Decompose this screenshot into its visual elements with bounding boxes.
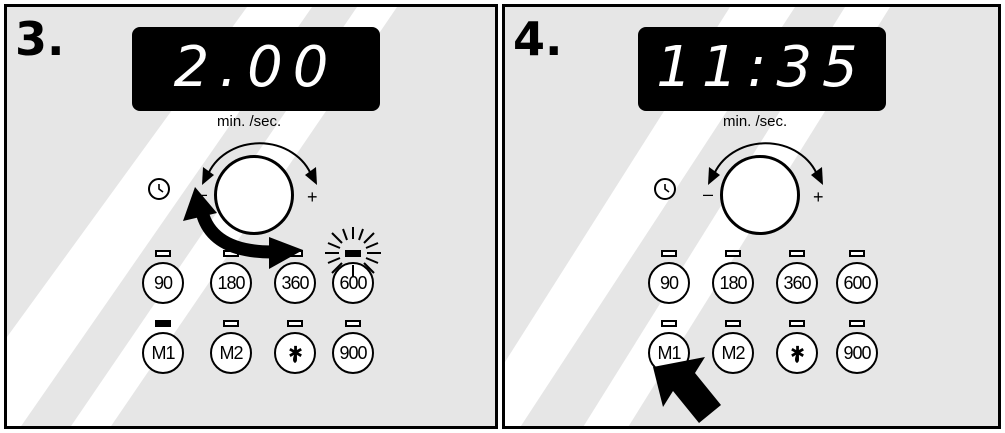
plus-label: + xyxy=(307,187,318,207)
clock-icon[interactable] xyxy=(148,178,170,200)
display-digits: 11:35 xyxy=(656,35,868,100)
defrost-button[interactable]: ✱ xyxy=(274,332,316,374)
rotary-knob[interactable] xyxy=(214,155,294,235)
led-900 xyxy=(345,320,361,327)
led-180 xyxy=(725,250,741,257)
memory-m1-button[interactable]: M1 xyxy=(142,332,184,374)
unit-label: min. /sec. xyxy=(723,113,788,130)
power-900-button[interactable]: 900 xyxy=(332,332,374,374)
led-m1 xyxy=(661,320,677,327)
time-display: 11:35 xyxy=(638,27,886,111)
defrost-button[interactable]: ✱ xyxy=(776,332,818,374)
step-number: 4. xyxy=(513,12,563,66)
power-360-button[interactable]: 360 xyxy=(274,262,316,304)
clock-icon[interactable] xyxy=(654,178,676,200)
power-90-button[interactable]: 90 xyxy=(142,262,184,304)
power-180-button[interactable]: 180 xyxy=(712,262,754,304)
step-4-panel: 4. 11:35 min. /sec. – + 90 180 360 600 M… xyxy=(502,4,1001,429)
time-display: 2.00 xyxy=(132,27,380,111)
step-number: 3. xyxy=(15,12,65,66)
memory-m2-button[interactable]: M2 xyxy=(210,332,252,374)
led-90 xyxy=(661,250,677,257)
display-digits: 2.00 xyxy=(173,35,339,100)
led-180 xyxy=(223,250,239,257)
rotary-knob[interactable] xyxy=(720,155,800,235)
power-90-button[interactable]: 90 xyxy=(648,262,690,304)
led-m2 xyxy=(725,320,741,327)
power-900-button[interactable]: 900 xyxy=(836,332,878,374)
power-600-button[interactable]: 600 xyxy=(332,262,374,304)
led-defrost xyxy=(789,320,805,327)
led-defrost xyxy=(287,320,303,327)
led-360 xyxy=(789,250,805,257)
memory-m1-button[interactable]: M1 xyxy=(648,332,690,374)
minus-label: – xyxy=(703,184,714,204)
led-900 xyxy=(849,320,865,327)
led-600-flashing xyxy=(345,250,361,257)
led-90 xyxy=(155,250,171,257)
power-600-button[interactable]: 600 xyxy=(836,262,878,304)
unit-label: min. /sec. xyxy=(217,113,282,130)
power-180-button[interactable]: 180 xyxy=(210,262,252,304)
minus-label: – xyxy=(197,184,208,204)
step-3-panel: 3. 2.00 min. /sec. – + 90 180 360 600 M1… xyxy=(4,4,498,429)
led-360 xyxy=(287,250,303,257)
led-m1-on xyxy=(155,320,171,327)
plus-label: + xyxy=(813,187,824,207)
power-360-button[interactable]: 360 xyxy=(776,262,818,304)
led-m2 xyxy=(223,320,239,327)
memory-m2-button[interactable]: M2 xyxy=(712,332,754,374)
led-600 xyxy=(849,250,865,257)
